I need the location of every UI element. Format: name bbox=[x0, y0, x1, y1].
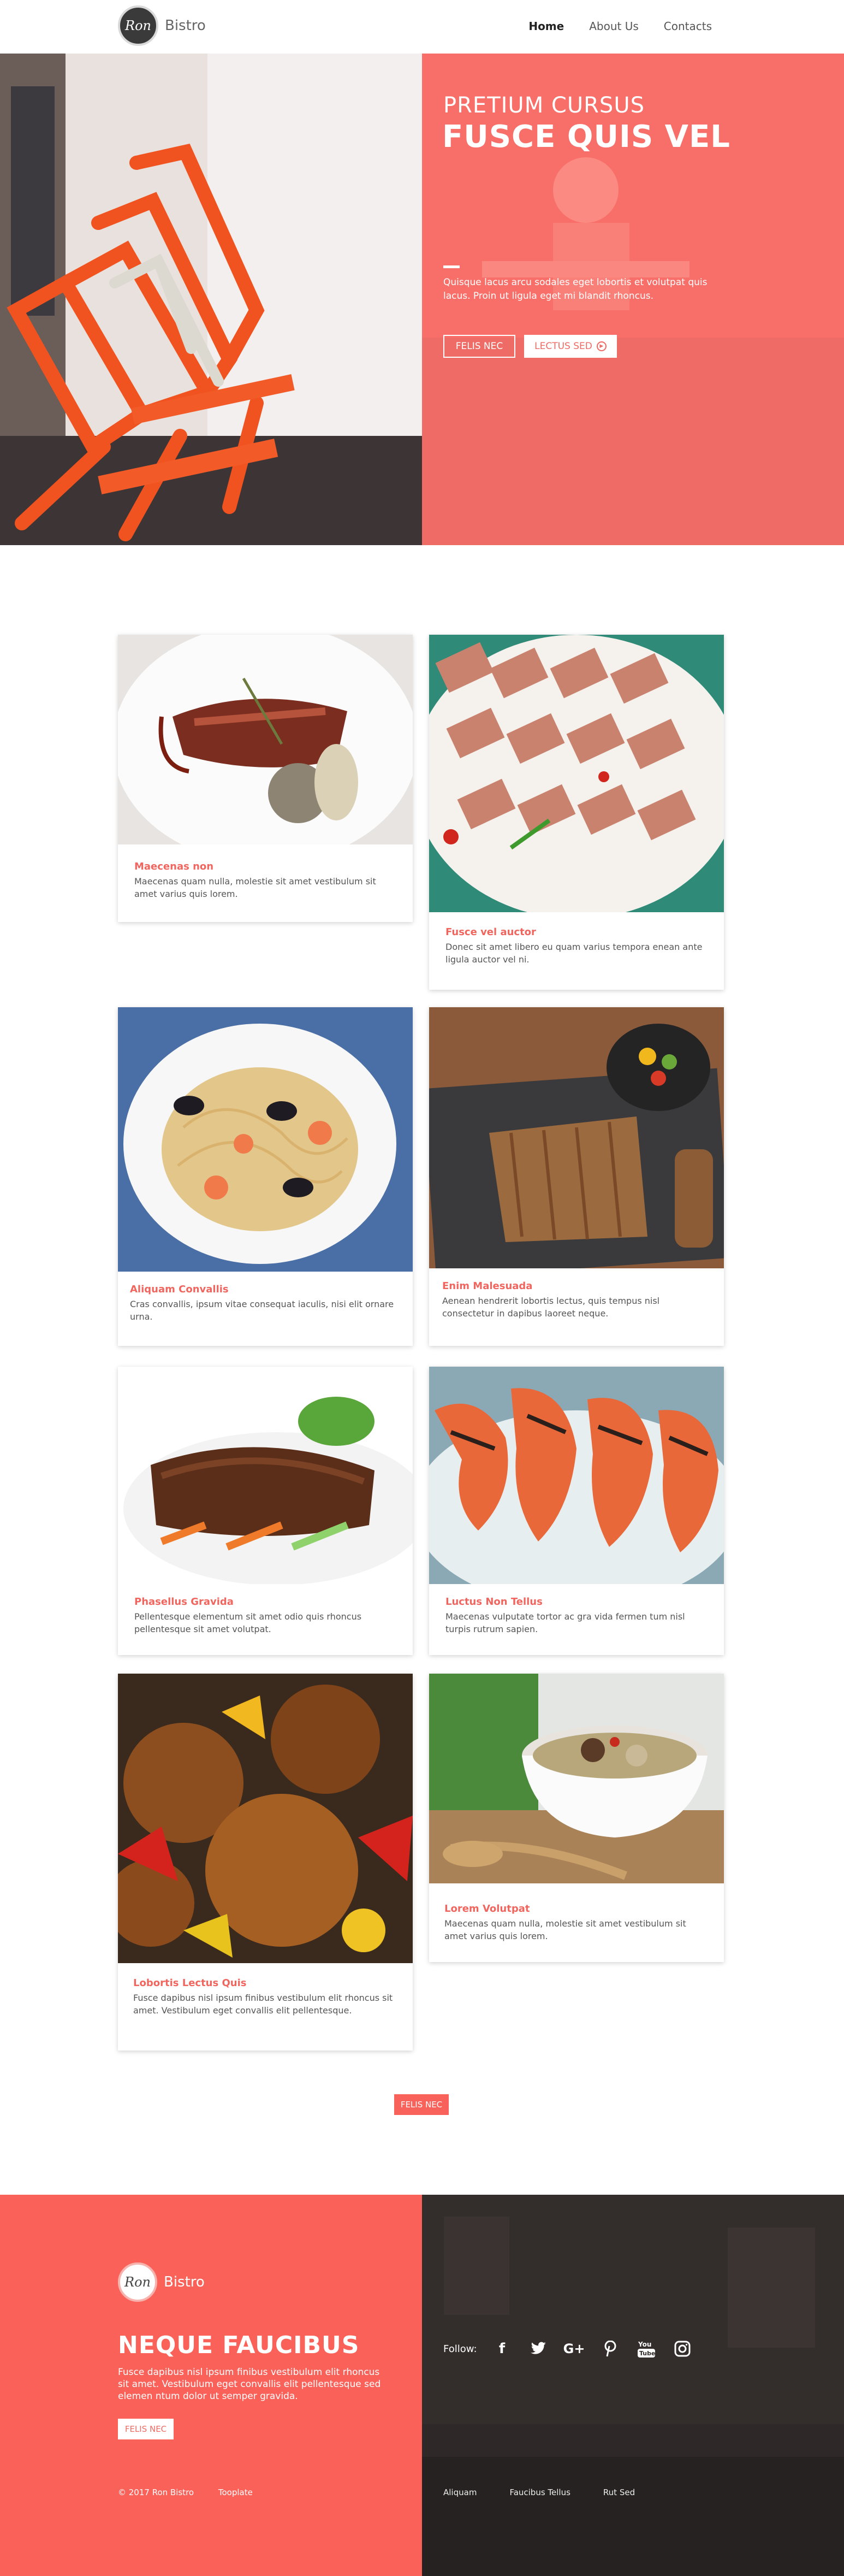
menu-card[interactable]: Luctus Non Tellus Maecenas vulputate tor… bbox=[429, 1367, 724, 1655]
footer-logo[interactable]: Ron Bistro bbox=[118, 2262, 205, 2302]
card-photo-grilled-prawns bbox=[429, 1367, 724, 1584]
card-description: Maecenas quam nulla, molestie sit amet v… bbox=[444, 1918, 686, 1941]
hero-divider bbox=[443, 265, 460, 268]
menu-card[interactable]: Enim Malesuada Aenean hendrerit lobortis… bbox=[429, 1007, 724, 1346]
menu-card[interactable]: Lobortis Lectus Quis Fusce dapibus nisl … bbox=[118, 1674, 413, 2051]
youtube-icon[interactable]: You Tube bbox=[635, 2338, 657, 2360]
svg-text:You: You bbox=[638, 2341, 651, 2348]
facebook-icon[interactable]: f bbox=[491, 2338, 513, 2360]
google-plus-icon[interactable]: G+ bbox=[563, 2338, 585, 2360]
card-photo-rolled-beef bbox=[118, 1367, 413, 1584]
svg-text:Tube: Tube bbox=[639, 2350, 655, 2357]
card-description: Pellentesque elementum sit amet odio qui… bbox=[134, 1611, 362, 1634]
brand-logo[interactable]: Ron Bistro bbox=[118, 5, 206, 46]
footer-logo-badge: Ron bbox=[118, 2262, 157, 2302]
menu-card[interactable]: Lorem Volutpat Maecenas quam nulla, mole… bbox=[429, 1674, 724, 1962]
card-title: Aliquam Convallis bbox=[130, 1284, 229, 1295]
credit-link[interactable]: Tooplate bbox=[218, 2488, 253, 2497]
card-title: Maecenas non bbox=[134, 861, 214, 872]
instagram-icon[interactable] bbox=[671, 2338, 693, 2360]
logo-badge: Ron bbox=[118, 5, 158, 46]
hero-primary-button[interactable]: FELIS NEC bbox=[443, 335, 515, 358]
nav-item-about[interactable]: About Us bbox=[589, 20, 639, 33]
footer-brand-name: Bistro bbox=[164, 2274, 205, 2290]
card-photo-seafood-pasta bbox=[118, 1007, 413, 1272]
footer-right-panel bbox=[422, 2195, 844, 2576]
nav-links: Home About Us Contacts bbox=[528, 20, 712, 33]
hero-title: FUSCE QUIS VEL bbox=[442, 119, 730, 155]
follow-label: Follow: bbox=[443, 2343, 477, 2355]
footer-description: Fusce dapibus nisl ipsum finibus vestibu… bbox=[118, 2367, 381, 2402]
hero-eyebrow: PRETIUM CURSUS bbox=[443, 93, 645, 118]
card-photo-soup-bowl bbox=[429, 1674, 724, 1883]
card-title: Fusce vel auctor bbox=[445, 926, 536, 938]
twitter-icon[interactable] bbox=[527, 2338, 549, 2360]
brand-name: Bistro bbox=[165, 17, 206, 34]
card-description: Fusce dapibus nisl ipsum finibus vestibu… bbox=[133, 1993, 393, 2016]
card-title: Phasellus Gravida bbox=[134, 1596, 234, 1608]
footer-copyright: © 2017 Ron Bistro Tooplate bbox=[118, 2488, 253, 2497]
hero-secondary-label: LECTUS SED bbox=[534, 341, 592, 352]
card-photo-grilled-ribs bbox=[429, 1007, 724, 1268]
copyright-text: © 2017 Ron Bistro bbox=[118, 2488, 194, 2497]
card-description: Donec sit amet libero eu quam varius tem… bbox=[445, 942, 703, 965]
pinterest-icon[interactable] bbox=[599, 2338, 621, 2360]
nav-item-home[interactable]: Home bbox=[528, 20, 564, 33]
hero-description: Quisque lacus arcu sodales eget lobortis… bbox=[443, 277, 708, 302]
play-icon: ▶ bbox=[596, 341, 607, 351]
footer-button[interactable]: FELIS NEC bbox=[118, 2419, 174, 2439]
footer-link-faucibus-tellus[interactable]: Faucibus Tellus bbox=[509, 2488, 570, 2497]
card-photo-meatballs bbox=[118, 1674, 413, 1963]
footer-title: NEQUE FAUCIBUS bbox=[118, 2331, 360, 2359]
social-follow: Follow: f G+ You Tube bbox=[443, 2338, 693, 2360]
top-navigation: Ron Bistro Home About Us Contacts bbox=[0, 0, 844, 54]
load-more-button[interactable]: FELIS NEC bbox=[394, 2094, 449, 2115]
card-description: Maecenas quam nulla, molestie sit amet v… bbox=[134, 876, 376, 899]
menu-card[interactable]: Phasellus Gravida Pellentesque elementum… bbox=[118, 1367, 413, 1655]
menu-card[interactable]: Maecenas non Maecenas quam nulla, molest… bbox=[118, 635, 413, 922]
menu-card[interactable]: Fusce vel auctor Donec sit amet libero e… bbox=[429, 635, 724, 990]
card-photo-steak bbox=[118, 635, 413, 844]
card-title: Lobortis Lectus Quis bbox=[133, 1977, 247, 1989]
card-title: Enim Malesuada bbox=[442, 1280, 533, 1292]
card-description: Maecenas vulputate tortor ac gra vida fe… bbox=[445, 1611, 685, 1634]
card-title: Lorem Volutpat bbox=[444, 1903, 530, 1915]
hero-photo-chairs bbox=[0, 54, 422, 545]
footer-link-aliquam[interactable]: Aliquam bbox=[443, 2488, 477, 2497]
card-description: Aenean hendrerit lobortis lectus, quis t… bbox=[442, 1296, 660, 1319]
card-title: Luctus Non Tellus bbox=[445, 1596, 543, 1608]
menu-card[interactable]: Aliquam Convallis Cras convallis, ipsum … bbox=[118, 1007, 413, 1346]
nav-item-contacts[interactable]: Contacts bbox=[664, 20, 712, 33]
footer-link-rut-sed[interactable]: Rut Sed bbox=[603, 2488, 635, 2497]
card-photo-pork-belly bbox=[429, 635, 724, 912]
footer-links: Aliquam Faucibus Tellus Rut Sed bbox=[443, 2488, 635, 2497]
hero-secondary-button[interactable]: LECTUS SED ▶ bbox=[524, 335, 617, 358]
card-description: Cras convallis, ipsum vitae consequat ia… bbox=[130, 1299, 394, 1322]
